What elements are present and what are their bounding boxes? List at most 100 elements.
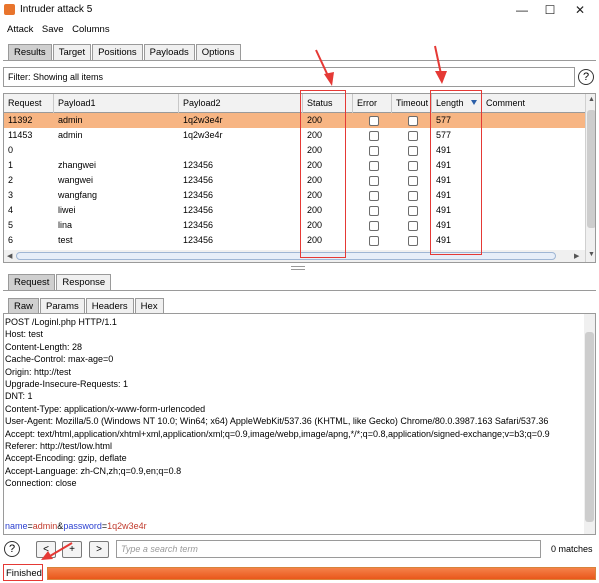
table-row[interactable]: 2 wangwei 123456 200 491 [4,173,585,188]
request-line: Content-Length: 28 [5,341,83,352]
cell-request: 6 [8,235,14,245]
close-button[interactable]: ✕ [566,2,594,18]
timeout-checkbox [408,161,418,171]
request-line: POST /Loginl.php HTTP/1.1 [5,317,117,327]
request-line: Accept: text/html,application/xhtml+xml,… [5,428,550,439]
col-comment[interactable]: Comment [482,94,585,113]
table-row[interactable]: 11392 admin 1q2w3e4r 200 577 [4,113,585,128]
request-line: Referer: http://test/low.html [5,441,113,451]
status-bar: Finished [0,563,599,583]
cell-request: 11392 [8,115,33,125]
request-line: Origin: http://test [5,366,72,377]
status-annotation-arrow [315,49,334,86]
tab-options[interactable]: Options [195,44,241,60]
cell-payload1: zhangwei [58,160,97,170]
tab-payloads[interactable]: Payloads [143,44,195,60]
minimize-button[interactable]: — [508,2,536,18]
tab-raw[interactable]: Raw [8,298,40,314]
title-bar: Intruder attack 5 — ☐ ✕ [0,0,599,20]
match-count: 0 matches [551,544,593,554]
detail-tab-divider [3,290,596,291]
cell-request: 3 [8,190,14,200]
request-body: name=admin&password=1q2w3e4r [5,520,147,533]
col-payload1[interactable]: Payload1 [54,94,179,113]
error-checkbox [369,236,379,246]
detail-tab-strip: Request Response [8,274,112,290]
table-header: Request Payload1 Payload2 Status Error T… [4,94,585,113]
filter-bar[interactable]: Filter: Showing all items [3,67,575,87]
table-row[interactable]: 0 200 491 [4,143,585,158]
scroll-left-icon[interactable]: ◀ [7,252,12,260]
search-input[interactable]: Type a search term [116,540,541,558]
request-editor[interactable]: POST /Loginl.php HTTP/1.1 Host: test Conte… [3,313,596,535]
table-row[interactable]: 6 test 123456 200 491 [4,233,585,248]
cell-payload2: 1q2w3e4r [183,115,223,125]
request-line: Content-Type: application/x-www-form-url… [5,403,206,414]
table-row[interactable]: 3 wangfang 123456 200 491 [4,188,585,203]
tab-target[interactable]: Target [52,44,92,60]
menu-columns[interactable]: Columns [72,22,110,38]
table-row[interactable]: 11453 admin 1q2w3e4r 200 577 [4,128,585,143]
tab-divider [3,60,596,61]
cell-request: 4 [8,205,14,215]
cell-payload2: 123456 [183,205,214,215]
cell-payload1: admin [58,115,83,125]
progress-fill [48,568,595,579]
scroll-up-icon[interactable]: ▲ [588,96,595,103]
body-param-password-key: password [63,521,102,531]
table-row[interactable]: 1 zhangwei 123456 200 491 [4,158,585,173]
request-scrollbar[interactable] [584,314,595,534]
table-row[interactable]: 4 liwei 123456 200 491 [4,203,585,218]
error-checkbox [369,161,379,171]
cell-payload1: admin [58,130,83,140]
error-checkbox [369,221,379,231]
col-payload2[interactable]: Payload2 [179,94,303,113]
scroll-right-icon[interactable]: ▶ [574,252,579,260]
tab-params[interactable]: Params [40,298,85,314]
request-line: Upgrade-Insecure-Requests: 1 [5,379,129,389]
col-timeout[interactable]: Timeout [392,94,432,113]
maximize-button[interactable]: ☐ [536,2,564,18]
menu-attack[interactable]: Attack [7,22,33,38]
results-tab-strip: Results Target Positions Payloads Option… [8,44,242,60]
burp-app-icon [4,4,15,15]
horizontal-scrollbar[interactable]: ◀ ▶ [4,250,585,262]
length-highlight-box [430,90,482,255]
cell-payload1: lina [58,220,73,230]
status-text: Finished [3,564,43,581]
tab-results[interactable]: Results [8,44,52,60]
timeout-checkbox [408,176,418,186]
timeout-checkbox [408,116,418,126]
next-match-button[interactable]: > [89,541,109,558]
length-annotation-arrow [434,45,447,84]
tab-headers[interactable]: Headers [85,298,134,314]
attack-progress-bar [47,567,596,580]
tab-hex[interactable]: Hex [134,298,164,314]
tab-positions[interactable]: Positions [92,44,143,60]
table-vertical-scrollbar[interactable]: ▲ ▼ [585,94,595,262]
window-title: Intruder attack 5 [20,4,93,15]
request-line: DNT: 1 [5,391,33,402]
tab-request[interactable]: Request [8,274,56,290]
cell-payload1: wangwei [58,175,94,185]
cell-request: 0 [8,145,14,155]
table-scroll-thumb[interactable] [587,110,595,228]
col-request[interactable]: Request [4,94,54,113]
request-scroll-thumb[interactable] [585,332,594,522]
tab-response[interactable]: Response [56,274,112,290]
request-line: Accept-Language: zh-CN,zh;q=0.9,en;q=0.8 [5,465,182,476]
scroll-down-icon[interactable]: ▼ [588,251,595,258]
cell-payload2 [179,143,183,158]
body-param-name-key: name [5,521,28,531]
menu-save[interactable]: Save [42,22,64,38]
cell-payload1 [54,143,58,158]
pane-splitter-handle[interactable] [291,266,305,270]
search-help-icon[interactable]: ? [4,541,20,557]
cell-payload2: 123456 [183,220,214,230]
cell-payload2: 123456 [183,160,214,170]
table-row[interactable]: 5 lina 123456 200 491 [4,218,585,233]
error-checkbox [369,176,379,186]
col-error[interactable]: Error [353,94,392,113]
filter-help-icon[interactable]: ? [578,69,594,85]
cell-payload1: test [58,235,73,245]
